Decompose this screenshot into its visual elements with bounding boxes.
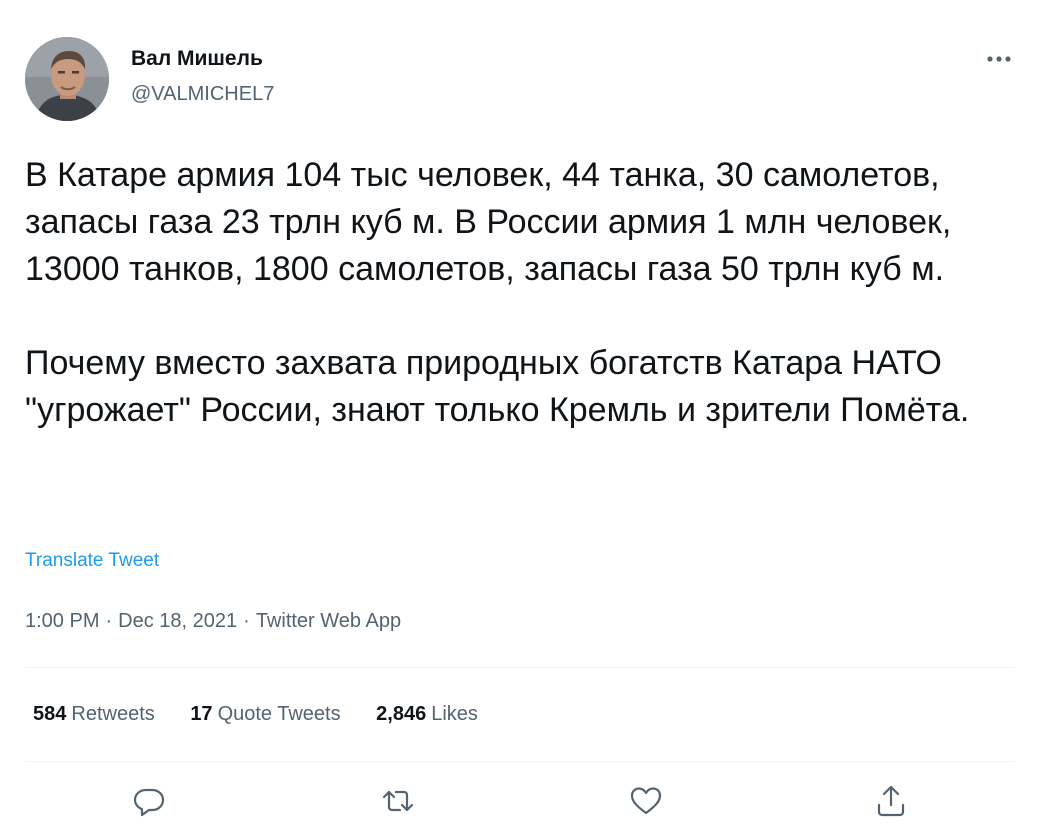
tweet-text: В Катаре армия 104 тыс человек, 44 танка… (25, 152, 1015, 434)
author-display-name[interactable]: Вал Мишель (131, 47, 263, 71)
tweet-paragraph: В Катаре армия 104 тыс человек, 44 танка… (25, 156, 952, 288)
likes-count: 2,846 (376, 703, 427, 725)
translate-tweet-link[interactable]: Translate Tweet (25, 550, 159, 572)
avatar[interactable] (25, 37, 109, 121)
tweet-card: Вал Мишель @VALMICHEL7 В Катаре армия 10… (0, 0, 1037, 835)
more-options-icon[interactable] (982, 46, 1016, 72)
quote-tweets-label: Quote Tweets (217, 703, 341, 725)
share-button[interactable] (873, 783, 909, 819)
tweet-metadata: 1:00 PM · Dec 18, 2021 · Twitter Web App (25, 610, 401, 633)
retweet-button[interactable] (380, 783, 416, 819)
divider (25, 667, 1015, 668)
divider (25, 761, 1015, 762)
meta-separator: · (105, 610, 113, 632)
reply-icon (133, 788, 165, 817)
tweet-paragraph: Почему вместо захвата природных богатств… (25, 344, 970, 429)
tweet-source: Twitter Web App (255, 610, 402, 632)
quote-tweets-stat[interactable]: 17 Quote Tweets (190, 703, 340, 726)
engagement-stats: 584 Retweets 17 Quote Tweets 2,846 Likes (33, 703, 508, 726)
likes-stat[interactable]: 2,846 Likes (376, 703, 478, 726)
retweets-count: 584 (33, 703, 67, 725)
like-button[interactable] (628, 783, 664, 819)
meta-separator: · (243, 610, 250, 632)
likes-label: Likes (431, 703, 478, 725)
retweets-stat[interactable]: 584 Retweets (33, 703, 155, 726)
share-icon (877, 785, 905, 817)
tweet-time[interactable]: 1:00 PM (25, 610, 99, 632)
user-avatar-photo-icon (25, 37, 109, 121)
retweets-label: Retweets (71, 703, 155, 725)
retweet-icon (382, 790, 414, 812)
quote-tweets-count: 17 (190, 703, 213, 725)
heart-icon (630, 787, 662, 815)
author-handle[interactable]: @VALMICHEL7 (131, 83, 274, 106)
reply-button[interactable] (131, 783, 167, 819)
tweet-date[interactable]: Dec 18, 2021 (118, 610, 237, 632)
